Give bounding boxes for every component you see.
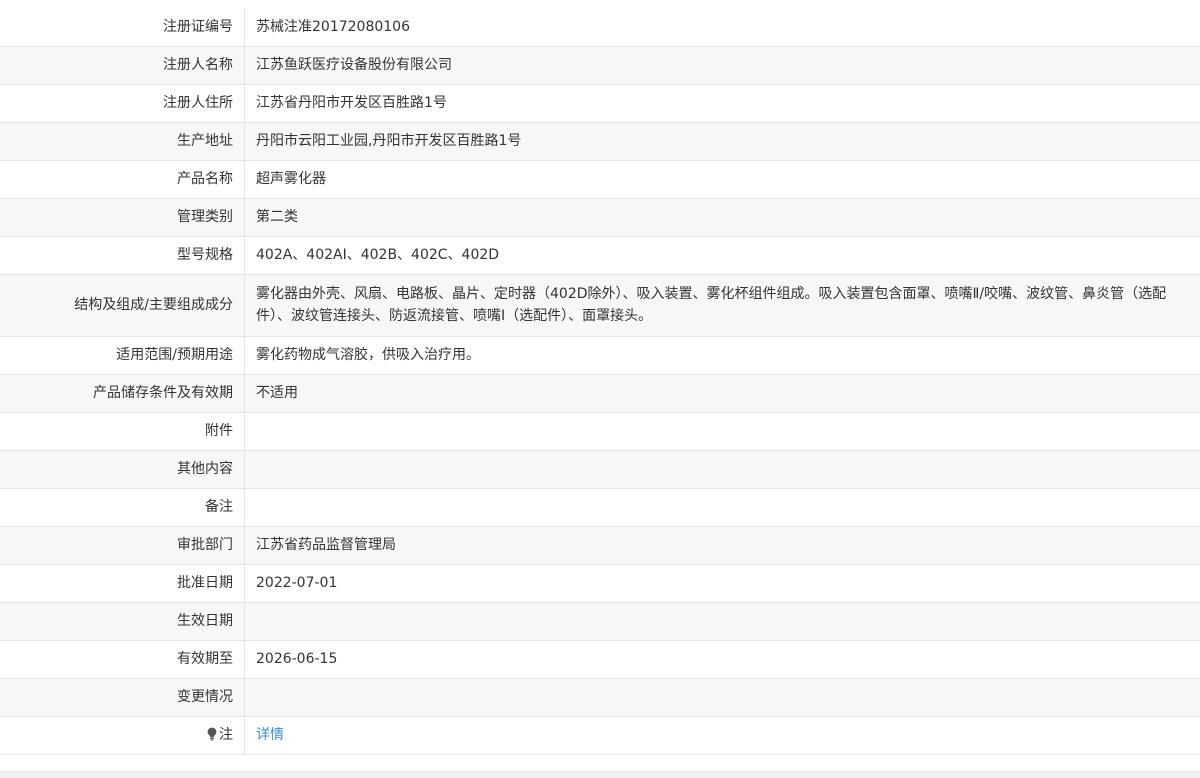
table-row: 注 详情 (0, 715, 1200, 755)
footer-strip (0, 771, 1200, 778)
table-row: 生效日期 (0, 601, 1200, 641)
table-row: 产品储存条件及有效期 不适用 (0, 373, 1200, 413)
row-label-intended-use: 适用范围/预期用途 (0, 335, 245, 375)
table-row: 适用范围/预期用途 雾化药物成气溶胶，供吸入治疗用。 (0, 335, 1200, 375)
row-value-registrant-name: 江苏鱼跃医疗设备股份有限公司 (244, 45, 1200, 85)
table-row: 型号规格 402A、402AI、402B、402C、402D (0, 235, 1200, 275)
row-label-registration-number: 注册证编号 (0, 8, 245, 47)
table-row: 生产地址 丹阳市云阳工业园,丹阳市开发区百胜路1号 (0, 121, 1200, 161)
row-value-approval-date: 2022-07-01 (244, 563, 1200, 603)
row-label-production-address: 生产地址 (0, 121, 245, 161)
table-row: 变更情况 (0, 677, 1200, 717)
row-label-registrant-name: 注册人名称 (0, 45, 245, 85)
row-label-model-spec: 型号规格 (0, 235, 245, 275)
row-label-note: 注 (0, 715, 245, 755)
table-row: 注册人名称 江苏鱼跃医疗设备股份有限公司 (0, 45, 1200, 85)
row-label-storage-validity: 产品储存条件及有效期 (0, 373, 245, 413)
table-row: 批准日期 2022-07-01 (0, 563, 1200, 603)
table-row: 注册人住所 江苏省丹阳市开发区百胜路1号 (0, 83, 1200, 123)
row-label-registrant-address: 注册人住所 (0, 83, 245, 123)
row-value-registration-number: 苏械注准20172080106 (244, 8, 1200, 47)
row-label-approval-date: 批准日期 (0, 563, 245, 603)
row-label-effective-date: 生效日期 (0, 601, 245, 641)
note-label: 注 (219, 727, 233, 743)
row-value-registrant-address: 江苏省丹阳市开发区百胜路1号 (244, 83, 1200, 123)
row-value-intended-use: 雾化药物成气溶胶，供吸入治疗用。 (244, 335, 1200, 375)
row-value-structure-composition: 雾化器由外壳、风扇、电路板、晶片、定时器（402D除外）、吸入装置、雾化杯组件组… (244, 273, 1200, 337)
row-value-product-name: 超声雾化器 (244, 159, 1200, 199)
row-value-production-address: 丹阳市云阳工业园,丹阳市开发区百胜路1号 (244, 121, 1200, 161)
row-value-valid-until: 2026-06-15 (244, 639, 1200, 679)
table-row: 产品名称 超声雾化器 (0, 159, 1200, 199)
table-row: 附件 (0, 411, 1200, 451)
row-value-storage-validity: 不适用 (244, 373, 1200, 413)
table-row: 管理类别 第二类 (0, 197, 1200, 237)
table-row: 有效期至 2026-06-15 (0, 639, 1200, 679)
lightbulb-icon (207, 727, 217, 741)
row-label-attachments: 附件 (0, 411, 245, 451)
row-label-management-class: 管理类别 (0, 197, 245, 237)
row-label-product-name: 产品名称 (0, 159, 245, 199)
row-label-structure-composition: 结构及组成/主要组成成分 (0, 273, 245, 337)
row-value-change-history (244, 677, 1200, 717)
table-row: 结构及组成/主要组成成分 雾化器由外壳、风扇、电路板、晶片、定时器（402D除外… (0, 273, 1200, 337)
row-label-valid-until: 有效期至 (0, 639, 245, 679)
row-value-effective-date (244, 601, 1200, 641)
row-value-other-content (244, 449, 1200, 489)
table-row: 其他内容 (0, 449, 1200, 489)
row-label-change-history: 变更情况 (0, 677, 245, 717)
registration-detail-page: 注册证编号 苏械注准20172080106 注册人名称 江苏鱼跃医疗设备股份有限… (0, 0, 1200, 778)
row-value-management-class: 第二类 (244, 197, 1200, 237)
details-link[interactable]: 详情 (256, 727, 284, 743)
top-spacer (0, 0, 1200, 8)
row-value-attachments (244, 411, 1200, 451)
row-label-other-content: 其他内容 (0, 449, 245, 489)
row-label-remarks: 备注 (0, 487, 245, 527)
row-value-note: 详情 (244, 715, 1200, 755)
row-value-model-spec: 402A、402AI、402B、402C、402D (244, 235, 1200, 275)
row-value-approval-department: 江苏省药品监督管理局 (244, 525, 1200, 565)
table-row: 审批部门 江苏省药品监督管理局 (0, 525, 1200, 565)
registration-detail-table: 注册证编号 苏械注准20172080106 注册人名称 江苏鱼跃医疗设备股份有限… (0, 8, 1200, 755)
table-row: 注册证编号 苏械注准20172080106 (0, 8, 1200, 47)
row-label-approval-department: 审批部门 (0, 525, 245, 565)
row-value-remarks (244, 487, 1200, 527)
table-row: 备注 (0, 487, 1200, 527)
